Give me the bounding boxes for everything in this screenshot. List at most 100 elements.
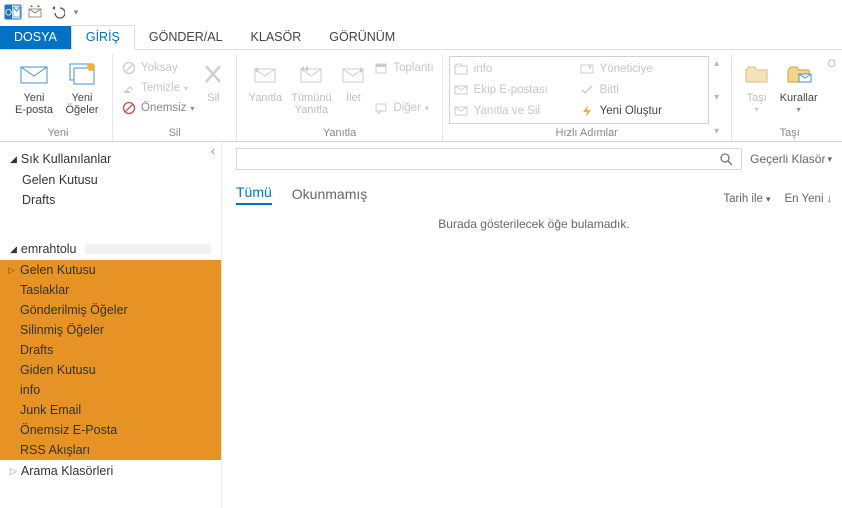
move-button[interactable]: Taşı ▾ (738, 56, 776, 122)
search-box[interactable] (236, 148, 742, 170)
folder-info[interactable]: info (0, 380, 221, 400)
sort-order-label: En Yeni (784, 193, 823, 205)
undo-icon[interactable] (48, 3, 66, 21)
replyall-button[interactable]: Tümünü Yanıtla (287, 56, 335, 122)
meeting-button[interactable]: Toplantı (371, 58, 435, 78)
main-area: ‹ ◢ Sık Kullanılanlar Gelen Kutusu Draft… (0, 142, 842, 508)
delete-icon (197, 58, 229, 90)
move-label: Taşı (747, 92, 767, 104)
group-label-new: Yeni (4, 127, 112, 139)
collapse-pane-icon[interactable]: ‹ (211, 144, 215, 158)
tab-view[interactable]: GÖRÜNÜM (315, 26, 409, 49)
gallery-down-icon[interactable]: ▾ (709, 92, 725, 103)
svg-text:O: O (5, 8, 12, 18)
filter-row: Tümü Okunmamış Tarih ile ▾ En Yeni ↓ (236, 184, 832, 209)
favorites-header[interactable]: ◢ Sık Kullanılanlar (0, 148, 221, 170)
tab-home[interactable]: GİRİŞ (71, 25, 135, 50)
cleanup-button[interactable]: Temizle ▾ (119, 78, 196, 98)
new-items-button[interactable]: Yeni Öğeler (58, 56, 106, 122)
more-respond-label: Diğer (393, 102, 420, 114)
chevron-down-icon: ▾ (827, 154, 832, 165)
rules-button[interactable]: Kurallar ▾ (776, 56, 822, 122)
group-label-respond: Yanıtla (237, 127, 441, 139)
filter-unread[interactable]: Okunmamış (292, 186, 367, 205)
fav-drafts[interactable]: Drafts (0, 190, 221, 210)
ignore-icon (121, 60, 137, 76)
rules-label: Kurallar (780, 92, 818, 104)
ribbon-group-respond: Yanıtla Tümünü Yanıtla İlet Toplantı Diğ… (237, 54, 442, 141)
folder-drafts[interactable]: Drafts (0, 340, 221, 360)
ignore-button[interactable]: Yoksay (119, 58, 196, 78)
check-icon (580, 83, 594, 97)
folder-spam[interactable]: Önemsiz E-Posta (0, 420, 221, 440)
caret-down-icon: ◢ (10, 244, 17, 255)
quickstep-replydel[interactable]: Yanıtla ve Sil (454, 101, 574, 121)
folder-outbox[interactable]: Giden Kutusu (0, 360, 221, 380)
delete-button[interactable]: Sil (196, 56, 230, 122)
gallery-up-icon[interactable]: ▴ (709, 58, 725, 69)
folder-move-icon (454, 62, 468, 76)
more-respond-button[interactable]: Diğer ▾ (371, 98, 435, 118)
filter-all[interactable]: Tümü (236, 184, 272, 205)
group-label-quicksteps: Hızlı Adımlar (443, 127, 731, 139)
quickstep-new[interactable]: Yeni Oluştur (580, 101, 700, 121)
folder-sent[interactable]: Gönderilmiş Öğeler (0, 300, 221, 320)
folder-taslaklar[interactable]: Taslaklar (0, 280, 221, 300)
lightning-icon (580, 104, 594, 118)
tab-file[interactable]: DOSYA (0, 26, 71, 49)
arrow-down-icon: ↓ (827, 193, 833, 205)
search-icon[interactable] (717, 152, 735, 166)
junk-button[interactable]: Önemsiz ▾ (119, 98, 196, 118)
new-email-button[interactable]: Yeni E-posta (10, 56, 58, 122)
quickstep-tomgr[interactable]: Yöneticiye (580, 59, 700, 79)
folder-inbox[interactable]: Gelen Kutusu (0, 260, 221, 280)
caret-right-icon: ▷ (10, 466, 17, 477)
quick-access-toolbar: O ▾ (0, 0, 842, 24)
ribbon-tabs: DOSYA GİRİŞ GÖNDER/AL KLASÖR GÖRÜNÜM (0, 24, 842, 50)
account-header[interactable]: ◢ emrahtolu (0, 238, 221, 260)
meeting-icon (373, 60, 389, 76)
replyall-icon (295, 58, 327, 90)
ribbon: Yeni E-posta Yeni Öğeler Yeni Yoksay Tem… (0, 50, 842, 142)
chevron-down-icon: ▾ (766, 194, 771, 205)
new-email-label: Yeni E-posta (15, 92, 53, 116)
new-items-icon (66, 58, 98, 90)
search-scope[interactable]: Geçerli Klasör ▾ (750, 152, 832, 166)
folder-deleted[interactable]: Silinmiş Öğeler (0, 320, 221, 340)
ribbon-group-move: Taşı ▾ Kurallar ▾ O Taşı (732, 54, 842, 141)
forward-button[interactable]: İlet (335, 56, 371, 122)
meeting-label: Toplantı (393, 62, 433, 74)
reply-delete-icon (454, 104, 468, 118)
favorites-label: Sık Kullanılanlar (21, 152, 111, 166)
mail-team-icon (454, 83, 468, 97)
fav-inbox[interactable]: Gelen Kutusu (0, 170, 221, 190)
ribbon-group-delete: Yoksay Temizle ▾ Önemsiz ▾ Sil Sil (113, 54, 237, 141)
folder-junk[interactable]: Junk Email (0, 400, 221, 420)
qat-customize-icon[interactable]: ▾ (70, 3, 82, 21)
quickstep-team[interactable]: Ekip E-postası (454, 80, 574, 100)
ignore-label: Yoksay (141, 62, 178, 74)
mail-icon (18, 58, 50, 90)
replyall-label: Tümünü Yanıtla (291, 92, 331, 116)
quicksteps-gallery[interactable]: info Ekip E-postası Yanıtla ve Sil Yönet… (449, 56, 709, 124)
caret-down-icon: ◢ (10, 154, 17, 165)
quickstep-done[interactable]: Bitti (580, 80, 700, 100)
sort-by[interactable]: Tarih ile ▾ (723, 193, 770, 205)
tab-sendreceive[interactable]: GÖNDER/AL (135, 26, 237, 49)
search-folders-header[interactable]: ▷ Arama Klasörleri (0, 460, 221, 482)
junk-label: Önemsiz (141, 102, 186, 114)
quickstep-info[interactable]: info (454, 59, 574, 79)
account-label: emrahtolu (21, 242, 77, 256)
sort-order[interactable]: En Yeni ↓ (784, 193, 832, 205)
redacted-area (85, 244, 211, 254)
sort-by-label: Tarih ile (723, 193, 763, 205)
search-input[interactable] (243, 152, 717, 166)
tab-folder[interactable]: KLASÖR (237, 26, 316, 49)
onenote-button[interactable]: O (822, 56, 842, 122)
reply-button[interactable]: Yanıtla (243, 56, 287, 122)
group-label-delete: Sil (113, 127, 236, 139)
sendreceive-icon[interactable] (26, 3, 44, 21)
ribbon-group-quicksteps: info Ekip E-postası Yanıtla ve Sil Yönet… (443, 54, 732, 141)
folder-rss[interactable]: RSS Akışları (0, 440, 221, 460)
reply-label: Yanıtla (249, 92, 282, 104)
